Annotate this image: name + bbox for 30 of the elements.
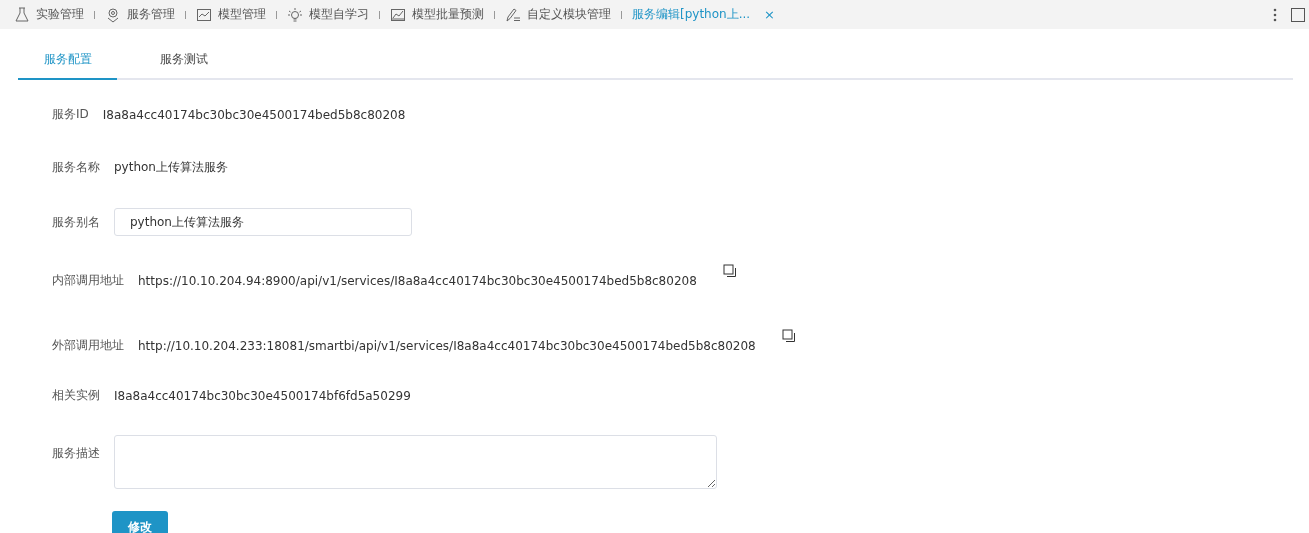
tab[interactable]: 服务配置 [18,47,117,80]
module-tab[interactable]: 实验管理 [14,6,84,23]
description-field[interactable] [114,435,717,489]
field-value: I8a8a4cc40174bc30bc30e4500174bed5b8c80208 [102,107,406,122]
field-label: 内部调用地址 [52,272,124,289]
field-label: 服务ID [52,106,89,123]
field-label: 相关实例 [52,387,100,404]
more-icon[interactable] [1273,7,1277,22]
module-tab[interactable]: 自定义模块管理 [505,6,611,23]
maximize-icon[interactable] [1291,7,1305,22]
field-value: I8a8a4cc40174bc30bc30e4500174bf6fd5a50299 [114,388,411,403]
module-tab[interactable]: 服务管理 [105,6,175,23]
url-value: http://10.10.204.233:18081/smartbi/api/v1/services/I8a8a4cc40174bc30bc30e4500174bed5b8c80208 [138,338,756,353]
alias-input-field[interactable]: python上传算法服务 [114,208,412,236]
copy-icon[interactable] [722,264,737,278]
module-tab[interactable]: 模型批量预测 [390,6,484,23]
pen-icon [505,6,521,23]
flask-icon [14,6,30,23]
module-tab[interactable]: 模型自学习 [287,6,369,23]
field-label: 服务名称 [52,159,100,176]
field-label: 服务描述 [52,445,100,462]
field-value: python上传算法服务 [114,159,228,176]
field-label: 外部调用地址 [52,337,124,354]
field-label: 服务别名 [52,213,100,231]
chart-box-icon [196,6,212,23]
module-tab[interactable]: 模型管理 [196,6,266,23]
bulb-icon [287,6,303,23]
tab[interactable]: 服务测试 [134,47,233,80]
url-value: https://10.10.204.94:8900/api/v1/services/I8a8a4cc40174bc30bc30e4500174bed5b8c80208 [138,273,697,288]
copy-icon[interactable] [781,329,796,343]
